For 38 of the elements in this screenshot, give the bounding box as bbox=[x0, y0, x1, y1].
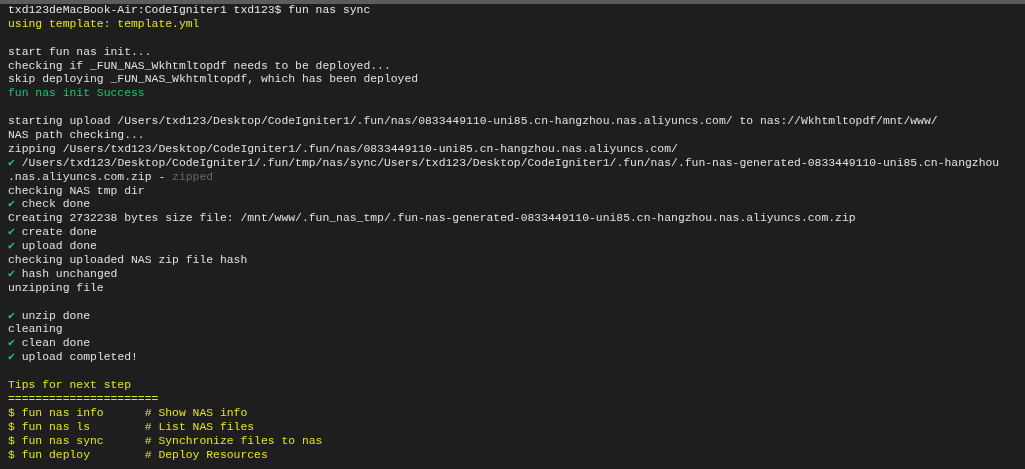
check-icon: ✔ bbox=[8, 198, 15, 211]
check-icon: ✔ bbox=[8, 309, 15, 322]
output-text: zipped bbox=[172, 170, 214, 183]
output-text: clean done bbox=[20, 337, 91, 350]
output-text: $ fun nas info # Show NAS info bbox=[8, 406, 248, 419]
output-text: checking if _FUN_NAS_Wkhtmltopdf needs to be deployed... bbox=[8, 59, 391, 72]
output-text: check done bbox=[20, 198, 91, 211]
output-text: unzip done bbox=[20, 309, 91, 322]
output-text: upload done bbox=[20, 240, 97, 253]
output-text: txd123deMacBook-Air:CodeIgniter1 txd123$ fun nas sync bbox=[8, 4, 371, 16]
output-text: using template: template.yml bbox=[8, 17, 200, 30]
output-text: $ fun deploy # Deploy Resources bbox=[8, 448, 268, 461]
output-text: zipping /Users/txd123/Desktop/CodeIgniter1/.fun/nas/0833449110-uni85.cn-hangzhou.nas.aliyuncs.com/ bbox=[8, 142, 678, 155]
check-icon: ✔ bbox=[8, 156, 15, 169]
output-text: hash unchanged bbox=[20, 267, 118, 280]
output-text: create done bbox=[20, 226, 97, 239]
output-text: starting upload /Users/txd123/Desktop/CodeIgniter1/.fun/nas/0833449110-uni85.cn-hangzhou.nas.aliyuncs.com/ to nas://Wkhtmltopdf/mnt/www/ bbox=[8, 115, 938, 128]
output-text: fun nas init Success bbox=[8, 87, 145, 100]
check-icon: ✔ bbox=[8, 337, 15, 350]
check-icon: ✔ bbox=[8, 267, 15, 280]
output-text: Tips for next step bbox=[8, 379, 132, 392]
output-text: skip deploying _FUN_NAS_Wkhtmltopdf, which has been deployed bbox=[8, 73, 419, 86]
output-text: checking uploaded NAS zip file hash bbox=[8, 254, 248, 267]
output-text: $ fun nas sync # Synchronize files to nas bbox=[8, 434, 323, 447]
output-text: Creating 2732238 bytes size file: /mnt/www/.fun_nas_tmp/.fun-nas-generated-0833449110-uni85.cn-hangzhou.nas.aliyuncs.com.zip bbox=[8, 212, 856, 225]
output-text: .nas.aliyuncs.com.zip - bbox=[8, 170, 167, 183]
output-text: /Users/txd123/Desktop/CodeIgniter1/.fun/tmp/nas/sync/Users/txd123/Desktop/CodeIgniter1/.fun/nas/.fun-nas-generated-0833449110-uni85.cn-hangzhou bbox=[20, 156, 1000, 169]
output-text: NAS path checking... bbox=[8, 129, 145, 141]
check-icon: ✔ bbox=[8, 226, 15, 239]
output-text: checking NAS tmp dir bbox=[8, 184, 145, 197]
output-text: upload completed! bbox=[20, 351, 138, 364]
output-text: $ fun nas ls # List NAS files bbox=[8, 420, 255, 433]
output-text: cleaning bbox=[8, 323, 63, 336]
output-text: ====================== bbox=[8, 392, 159, 405]
output-text: unzipping file bbox=[8, 281, 104, 294]
check-icon: ✔ bbox=[8, 240, 15, 253]
output-text: start fun nas init... bbox=[8, 45, 152, 58]
check-icon: ✔ bbox=[8, 351, 15, 364]
